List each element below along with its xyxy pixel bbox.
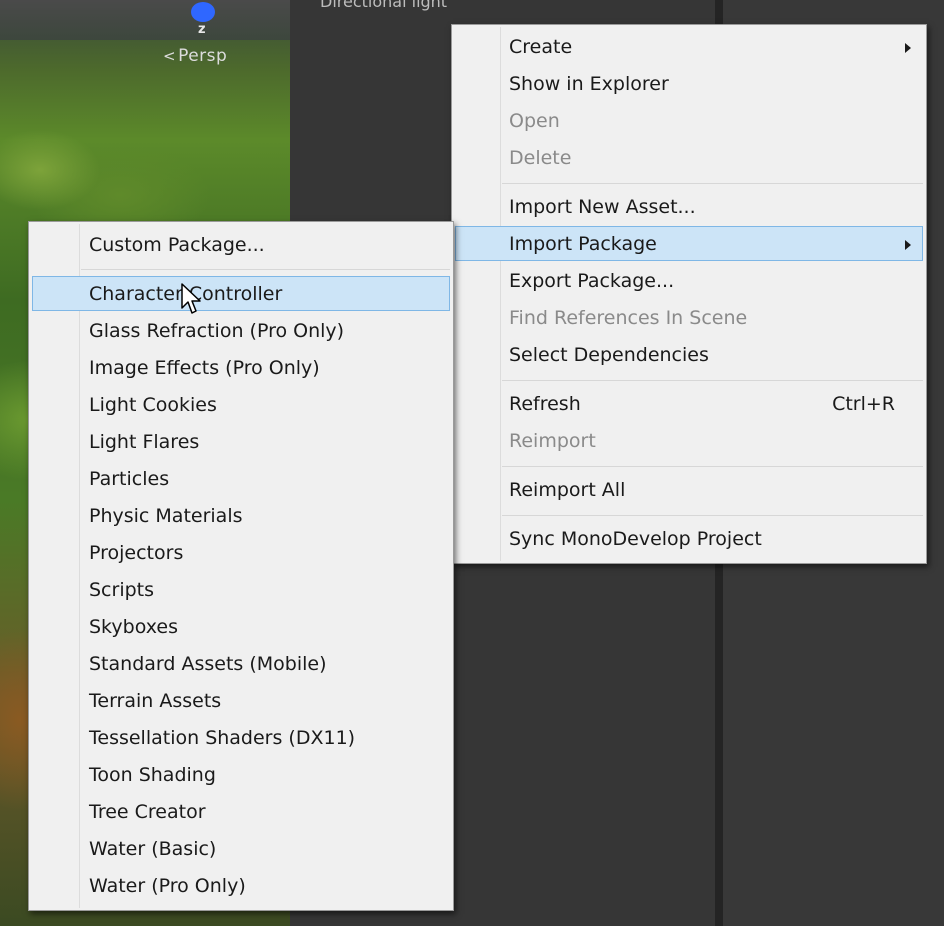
menu-item-label: Custom Package...	[89, 234, 265, 256]
submenu-item-glass-refraction[interactable]: Glass Refraction (Pro Only)	[32, 313, 450, 348]
menu-item-reimport-all[interactable]: Reimport All	[455, 472, 923, 507]
menu-item-create[interactable]: Create	[455, 29, 923, 64]
perspective-text: Persp	[178, 46, 228, 66]
menu-item-label: Light Cookies	[89, 394, 217, 416]
submenu-item-particles[interactable]: Particles	[32, 461, 450, 496]
menu-item-label: Image Effects (Pro Only)	[89, 357, 320, 379]
menu-separator	[502, 380, 923, 381]
menu-item-label: Find References In Scene	[509, 307, 748, 329]
menu-item-label: Water (Pro Only)	[89, 875, 246, 897]
menu-item-label: Tree Creator	[89, 801, 206, 823]
menu-item-label: Sync MonoDevelop Project	[509, 528, 762, 550]
menu-item-find-references[interactable]: Find References In Scene	[455, 300, 923, 335]
menu-item-label: Standard Assets (Mobile)	[89, 653, 327, 675]
submenu-item-character-controller[interactable]: Character Controller	[32, 276, 450, 311]
menu-item-label: Open	[509, 110, 560, 132]
menu-item-reimport[interactable]: Reimport	[455, 423, 923, 458]
menu-item-label: Terrain Assets	[89, 690, 222, 712]
scene-sky	[0, 0, 290, 40]
menu-item-label: Projectors	[89, 542, 184, 564]
submenu-item-skyboxes[interactable]: Skyboxes	[32, 609, 450, 644]
menu-item-select-dependencies[interactable]: Select Dependencies	[455, 337, 923, 372]
menu-item-sync-monodevelop[interactable]: Sync MonoDevelop Project	[455, 521, 923, 556]
submenu-arrow-icon	[905, 240, 911, 250]
menu-item-label: Export Package...	[509, 270, 675, 292]
menu-separator	[502, 515, 923, 516]
menu-item-label: Reimport	[509, 430, 596, 452]
submenu-item-tessellation-shaders[interactable]: Tessellation Shaders (DX11)	[32, 720, 450, 755]
submenu-item-light-cookies[interactable]: Light Cookies	[32, 387, 450, 422]
submenu-item-light-flares[interactable]: Light Flares	[32, 424, 450, 459]
menu-item-label: Water (Basic)	[89, 838, 217, 860]
menu-item-label: Show in Explorer	[509, 73, 669, 95]
submenu-item-physic-materials[interactable]: Physic Materials	[32, 498, 450, 533]
menu-item-label: Select Dependencies	[509, 344, 709, 366]
menu-item-label: Refresh	[509, 393, 581, 415]
menu-item-label: Delete	[509, 147, 572, 169]
menu-item-delete[interactable]: Delete	[455, 140, 923, 175]
panel-title: Directional light	[320, 0, 448, 11]
menu-item-label: Skyboxes	[89, 616, 178, 638]
mouse-pointer-icon	[181, 283, 201, 314]
menu-item-refresh[interactable]: Refresh Ctrl+R	[455, 386, 923, 421]
gizmo-axis-label: z	[198, 22, 206, 37]
submenu-item-water-pro[interactable]: Water (Pro Only)	[32, 868, 450, 903]
submenu-item-custom-package[interactable]: Custom Package...	[32, 227, 450, 262]
menu-item-label: Scripts	[89, 579, 155, 601]
perspective-label[interactable]: < Persp	[163, 46, 227, 66]
submenu-item-water-basic[interactable]: Water (Basic)	[32, 831, 450, 866]
menu-item-label: Glass Refraction (Pro Only)	[89, 320, 345, 342]
menu-item-label: Physic Materials	[89, 505, 243, 527]
submenu-item-standard-assets-mobile[interactable]: Standard Assets (Mobile)	[32, 646, 450, 681]
submenu-arrow-icon	[905, 43, 911, 53]
submenu-item-scripts[interactable]: Scripts	[32, 572, 450, 607]
menu-item-label: Create	[509, 36, 573, 58]
menu-item-import-package[interactable]: Import Package	[455, 226, 923, 261]
menu-separator	[81, 269, 450, 270]
menu-item-export-package[interactable]: Export Package...	[455, 263, 923, 298]
menu-item-label: Tessellation Shaders (DX11)	[89, 727, 356, 749]
menu-item-label: Import New Asset...	[509, 196, 696, 218]
gizmo-sphere-icon[interactable]	[191, 2, 215, 22]
submenu-item-image-effects[interactable]: Image Effects (Pro Only)	[32, 350, 450, 385]
menu-item-label: Particles	[89, 468, 170, 490]
submenu-item-toon-shading[interactable]: Toon Shading	[32, 757, 450, 792]
menu-item-import-new-asset[interactable]: Import New Asset...	[455, 189, 923, 224]
menu-separator	[502, 466, 923, 467]
submenu-item-terrain-assets[interactable]: Terrain Assets	[32, 683, 450, 718]
menu-item-open[interactable]: Open	[455, 103, 923, 138]
context-menu: Create Show in Explorer Open Delete Impo…	[451, 24, 927, 564]
menu-item-show-in-explorer[interactable]: Show in Explorer	[455, 66, 923, 101]
menu-item-shortcut: Ctrl+R	[832, 393, 895, 415]
menu-item-label: Toon Shading	[89, 764, 216, 786]
menu-item-label: Light Flares	[89, 431, 200, 453]
menu-separator	[502, 183, 923, 184]
menu-item-label: Reimport All	[509, 479, 626, 501]
submenu-item-tree-creator[interactable]: Tree Creator	[32, 794, 450, 829]
perspective-arrow-icon: <	[163, 47, 177, 65]
import-package-submenu: Custom Package... Character Controller G…	[28, 221, 454, 911]
menu-item-label: Import Package	[509, 233, 657, 255]
submenu-item-projectors[interactable]: Projectors	[32, 535, 450, 570]
